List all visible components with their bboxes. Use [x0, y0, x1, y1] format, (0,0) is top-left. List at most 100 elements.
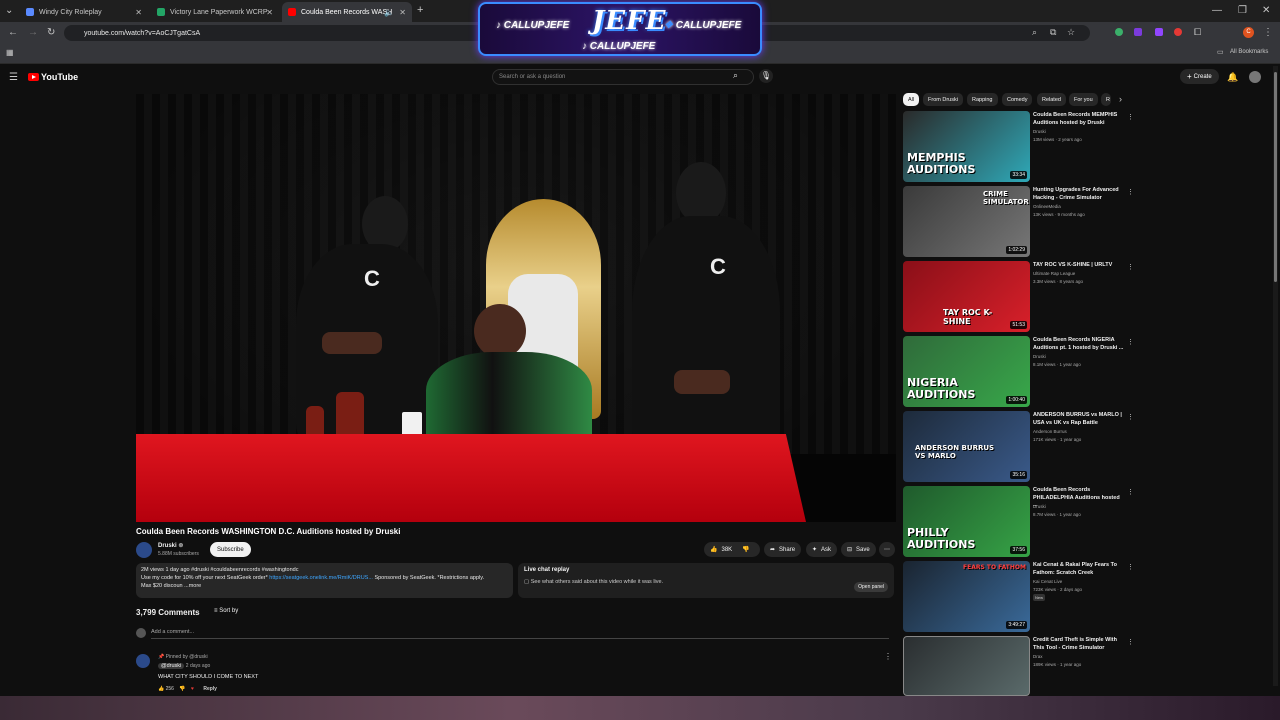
recommendation-channel[interactable]: Druski [1033, 129, 1046, 134]
bookmark-star-icon[interactable]: ☆ [1067, 27, 1075, 38]
profile-avatar[interactable]: C [1243, 27, 1254, 38]
new-tab-button[interactable]: + [417, 4, 423, 16]
comment-time[interactable]: 2 days ago [186, 663, 210, 669]
recommendation-item[interactable]: TAY ROC K-SHINE 51:53 TAY ROC VS K-SHINE… [903, 261, 1143, 333]
chip-from-druski[interactable]: From Druski [923, 93, 963, 106]
channel-avatar[interactable] [136, 542, 152, 558]
share-button[interactable]: ➦ Share [764, 542, 802, 557]
chips-next-chevron-icon[interactable]: › [1119, 94, 1122, 104]
extensions-puzzle-icon[interactable]: ⧠ [1194, 27, 1201, 38]
chip-for-you[interactable]: For you [1069, 93, 1098, 106]
comment-like-icon[interactable]: 👍 [158, 686, 164, 692]
recommendation-thumbnail[interactable]: PHILLY AUDITIONS 37:56 [903, 486, 1030, 557]
account-avatar[interactable] [1249, 71, 1261, 83]
chrome-menu-icon[interactable]: ⋮ [1263, 27, 1273, 38]
zoom-icon[interactable]: ⌕ [1032, 27, 1037, 38]
search-icon[interactable]: ⌕ [733, 70, 738, 81]
chip-related[interactable]: Related [1037, 93, 1066, 106]
create-button[interactable]: + Create [1180, 69, 1219, 84]
recommendation-thumbnail[interactable]: ANDERSON BURRUS VS MARLO 35:16 [903, 411, 1030, 482]
description-more-link[interactable]: ...more [184, 583, 201, 589]
recommendation-more-icon[interactable]: ⋮ [1127, 563, 1134, 571]
hamburger-menu-icon[interactable]: ☰ [9, 72, 18, 83]
recommendation-channel[interactable]: Druski [1033, 354, 1046, 359]
recommendation-title[interactable]: Coulda Been Records MEMPHIS Auditions ho… [1033, 112, 1125, 127]
recommendation-item[interactable]: PHILLY AUDITIONS 37:56 Coulda Been Recor… [903, 486, 1143, 558]
extension-red-icon[interactable] [1174, 28, 1182, 36]
reload-icon[interactable]: ↻ [47, 27, 55, 38]
dislike-icon[interactable]: 👎 [742, 546, 749, 553]
cast-icon[interactable]: ⧉ [1050, 27, 1056, 38]
chip-all[interactable]: All [903, 93, 920, 106]
page-scrollbar-thumb[interactable] [1274, 72, 1277, 282]
tab-search-icon[interactable]: ⌄ [5, 5, 13, 16]
recommendation-thumbnail[interactable]: MEMPHIS AUDITIONS 33:34 [903, 111, 1030, 182]
recommendation-more-icon[interactable]: ⋮ [1127, 188, 1134, 196]
window-close-icon[interactable]: ✕ [1262, 5, 1270, 16]
recommendation-thumbnail[interactable]: TAY ROC K-SHINE 51:53 [903, 261, 1030, 332]
reply-button[interactable]: Reply [203, 686, 217, 692]
recommendation-more-icon[interactable]: ⋮ [1127, 638, 1134, 646]
extension-purple-icon[interactable] [1134, 28, 1142, 36]
notifications-bell-icon[interactable]: 🔔 [1227, 72, 1238, 83]
extension-green-icon[interactable] [1115, 28, 1123, 36]
chip-rapping[interactable]: Rapping [967, 93, 998, 106]
all-bookmarks-link[interactable]: All Bookmarks [1230, 49, 1268, 55]
more-actions-icon[interactable]: ⋯ [879, 542, 895, 557]
recommendation-channel[interactable]: Kai Cenat Live [1033, 579, 1062, 584]
twitch-extension-icon[interactable] [1155, 28, 1163, 36]
recommendation-thumbnail[interactable] [903, 636, 1030, 696]
tab-youtube-active[interactable]: Coulda Been Records WASH 🔈 ✕ [282, 2, 412, 22]
recommendation-channel[interactable]: Ultimate Rap League [1033, 271, 1075, 276]
recommendation-more-icon[interactable]: ⋮ [1127, 488, 1134, 496]
video-description[interactable]: 2M views 1 day ago #druski #couldabeenre… [136, 563, 513, 598]
recommendation-item[interactable]: CRIME SIMULATOR 1:02:29 Hunting Upgrades… [903, 186, 1143, 258]
recommendation-channel[interactable]: Drax [1033, 654, 1043, 659]
tab-close-icon[interactable]: ✕ [399, 8, 406, 17]
recommendation-title[interactable]: Hunting Upgrades For Advanced Hacking - … [1033, 187, 1125, 202]
minimize-icon[interactable]: — [1212, 5, 1222, 16]
comment-dislike-icon[interactable]: 👎 [179, 686, 185, 692]
recommendation-item[interactable]: ANDERSON BURRUS VS MARLO 35:16 ANDERSON … [903, 411, 1143, 483]
recommendation-item[interactable]: MEMPHIS AUDITIONS 33:34 Coulda Been Reco… [903, 111, 1143, 183]
like-icon[interactable]: 👍 [710, 546, 717, 553]
apps-grid-icon[interactable]: ▦ [6, 48, 14, 57]
comment-more-icon[interactable]: ⋮ [884, 652, 892, 661]
chip-partial[interactable]: R [1101, 93, 1111, 106]
tab-victory-lane[interactable]: Victory Lane Paperwork WCRP ✕ [151, 2, 279, 22]
recommendation-title[interactable]: Credit Card Theft is Simple With This To… [1033, 637, 1125, 652]
recommendation-title[interactable]: Coulda Been Records NIGERIA Auditions pt… [1033, 337, 1125, 352]
recommendation-more-icon[interactable]: ⋮ [1127, 338, 1134, 346]
open-panel-button[interactable]: Open panel [854, 582, 888, 592]
recommendation-more-icon[interactable]: ⋮ [1127, 263, 1134, 271]
search-input[interactable]: Search or ask a question [492, 69, 754, 85]
microphone-icon[interactable]: 🎙 [759, 69, 773, 83]
recommendation-title[interactable]: Coulda Been Records PHILADELPHIA Auditio… [1033, 487, 1125, 510]
recommendation-item[interactable]: NIGERIA AUDITIONS 1:00:40 Coulda Been Re… [903, 336, 1143, 408]
youtube-logo[interactable]: YouTube [28, 72, 78, 82]
back-icon[interactable]: ← [8, 27, 18, 38]
comment-author[interactable]: @druski [158, 663, 185, 669]
recommendation-thumbnail[interactable]: CRIME SIMULATOR 1:02:29 [903, 186, 1030, 257]
ask-button[interactable]: ✦ Ask [806, 542, 838, 557]
save-button[interactable]: ⊟ Save [841, 542, 876, 557]
add-comment-input[interactable]: Add a comment... [151, 629, 889, 639]
subscribe-button[interactable]: Subscribe [210, 542, 251, 557]
recommendation-item[interactable]: Credit Card Theft is Simple With This To… [903, 636, 1143, 696]
recommendation-thumbnail[interactable]: NIGERIA AUDITIONS 1:00:40 [903, 336, 1030, 407]
commenter-avatar[interactable] [136, 654, 150, 668]
sort-by-button[interactable]: ≡ Sort by [214, 608, 238, 614]
tab-close-icon[interactable]: ✕ [135, 8, 142, 17]
recommendation-channel[interactable]: OnlineeMedia [1033, 204, 1061, 209]
tab-windy-city[interactable]: Windy City Roleplay ✕ [20, 2, 148, 22]
tab-audio-icon[interactable]: 🔈 [384, 8, 394, 17]
recommendation-more-icon[interactable]: ⋮ [1127, 113, 1134, 121]
forward-icon[interactable]: → [28, 27, 38, 38]
chip-comedy[interactable]: Comedy [1002, 93, 1033, 106]
like-count[interactable]: 38K [721, 547, 732, 553]
recommendation-thumbnail[interactable]: FEARS TO FATHOM 3:49:27 [903, 561, 1030, 632]
recommendation-title[interactable]: TAY ROC VS K-SHINE | URLTV [1033, 262, 1125, 270]
recommendation-channel[interactable]: Druski [1033, 504, 1046, 509]
recommendation-channel[interactable]: Anderson Burrus [1033, 429, 1067, 434]
recommendation-title[interactable]: Kai Cenat & Rakai Play Fears To Fathom: … [1033, 562, 1125, 577]
